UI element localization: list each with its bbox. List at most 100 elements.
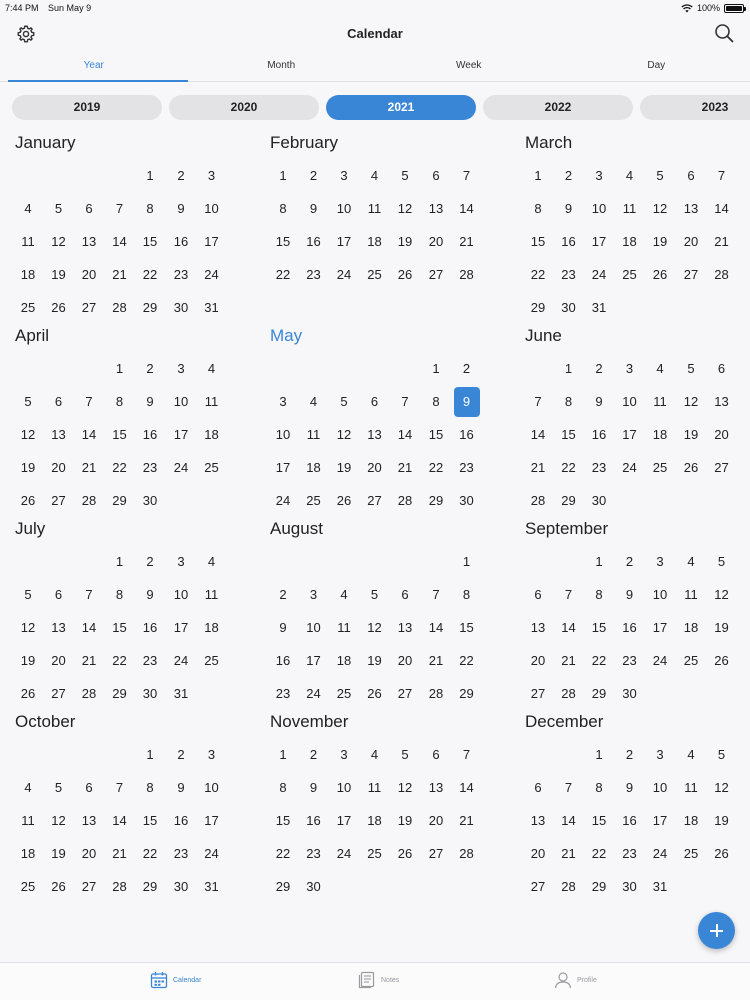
day-cell[interactable]: 31 xyxy=(586,293,612,323)
day-cell[interactable]: 6 xyxy=(423,740,449,770)
day-cell[interactable]: 20 xyxy=(46,453,72,483)
day-cell[interactable]: 29 xyxy=(107,486,133,516)
day-cell[interactable]: 25 xyxy=(301,486,327,516)
day-cell[interactable]: 30 xyxy=(454,486,480,516)
day-cell[interactable]: 15 xyxy=(454,613,480,643)
day-cell[interactable]: 12 xyxy=(331,420,357,450)
day-cell[interactable]: 22 xyxy=(137,260,163,290)
day-cell[interactable]: 6 xyxy=(392,580,418,610)
day-cell[interactable]: 4 xyxy=(678,740,704,770)
day-cell[interactable]: 7 xyxy=(525,387,551,417)
day-cell[interactable]: 23 xyxy=(301,839,327,869)
day-cell[interactable]: 16 xyxy=(617,613,643,643)
day-cell[interactable]: 21 xyxy=(76,453,102,483)
day-cell[interactable]: 7 xyxy=(556,773,582,803)
day-cell[interactable]: 20 xyxy=(423,806,449,836)
year-pill[interactable]: 2020 xyxy=(169,95,319,120)
day-cell[interactable]: 7 xyxy=(454,740,480,770)
tab-week[interactable]: Week xyxy=(375,52,563,81)
day-cell[interactable]: 29 xyxy=(586,679,612,709)
day-cell[interactable]: 30 xyxy=(586,486,612,516)
day-cell[interactable]: 2 xyxy=(301,740,327,770)
day-cell[interactable]: 8 xyxy=(586,580,612,610)
day-cell[interactable]: 31 xyxy=(199,872,225,902)
day-cell[interactable]: 7 xyxy=(709,161,735,191)
day-cell[interactable]: 26 xyxy=(709,839,735,869)
day-cell[interactable]: 13 xyxy=(709,387,735,417)
day-cell[interactable]: 21 xyxy=(107,260,133,290)
day-cell[interactable]: 21 xyxy=(709,227,735,257)
day-cell[interactable]: 10 xyxy=(301,613,327,643)
day-cell[interactable]: 9 xyxy=(556,194,582,224)
day-cell[interactable]: 24 xyxy=(331,260,357,290)
day-cell[interactable]: 2 xyxy=(270,580,296,610)
day-cell[interactable]: 2 xyxy=(168,740,194,770)
day-cell[interactable]: 26 xyxy=(709,646,735,676)
bottom-tab-profile[interactable]: Profile xyxy=(554,971,597,989)
day-cell[interactable]: 12 xyxy=(15,613,41,643)
day-cell[interactable]: 24 xyxy=(168,453,194,483)
day-cell[interactable]: 5 xyxy=(46,194,72,224)
day-cell[interactable]: 28 xyxy=(107,293,133,323)
day-cell[interactable]: 19 xyxy=(647,227,673,257)
day-cell[interactable]: 23 xyxy=(586,453,612,483)
day-cell[interactable]: 25 xyxy=(678,646,704,676)
day-cell[interactable]: 11 xyxy=(199,387,225,417)
day-cell[interactable]: 14 xyxy=(76,613,102,643)
day-cell[interactable]: 1 xyxy=(423,354,449,384)
month-july[interactable]: July 1 2 3 4 5 6 7 8 9 10 11 12 13 14 15 16 17 18 19 20 21 22 2… xyxy=(12,516,252,713)
day-cell[interactable]: 2 xyxy=(617,740,643,770)
day-cell[interactable]: 29 xyxy=(454,679,480,709)
day-cell[interactable]: 26 xyxy=(46,293,72,323)
day-cell[interactable]: 21 xyxy=(454,806,480,836)
day-cell[interactable]: 19 xyxy=(678,420,704,450)
day-cell[interactable]: 12 xyxy=(678,387,704,417)
day-cell[interactable]: 22 xyxy=(454,646,480,676)
day-cell[interactable]: 11 xyxy=(331,613,357,643)
day-cell[interactable]: 11 xyxy=(362,194,388,224)
month-april[interactable]: April 1 2 3 4 5 6 7 8 9 10 11 12 13 14 15 16 17 18 19 20 21 22… xyxy=(12,323,252,520)
day-cell[interactable]: 9 xyxy=(301,194,327,224)
day-cell[interactable]: 18 xyxy=(362,227,388,257)
day-cell[interactable]: 5 xyxy=(331,387,357,417)
year-pill[interactable]: 2019 xyxy=(12,95,162,120)
day-cell[interactable]: 19 xyxy=(15,646,41,676)
month-title[interactable]: March xyxy=(525,130,750,156)
year-pill[interactable]: 2022 xyxy=(483,95,633,120)
day-cell[interactable]: 27 xyxy=(525,872,551,902)
day-cell[interactable]: 15 xyxy=(137,227,163,257)
day-cell[interactable]: 17 xyxy=(647,613,673,643)
day-cell[interactable]: 23 xyxy=(454,453,480,483)
day-cell[interactable]: 29 xyxy=(556,486,582,516)
day-cell[interactable]: 10 xyxy=(617,387,643,417)
day-cell[interactable]: 26 xyxy=(678,453,704,483)
day-cell[interactable]: 25 xyxy=(647,453,673,483)
day-cell[interactable]: 28 xyxy=(107,872,133,902)
month-title[interactable]: September xyxy=(525,516,750,542)
day-cell[interactable]: 24 xyxy=(586,260,612,290)
day-cell[interactable]: 20 xyxy=(423,227,449,257)
year-pill[interactable]: 2023 xyxy=(640,95,750,120)
day-cell[interactable]: 22 xyxy=(586,839,612,869)
day-cell[interactable]: 10 xyxy=(270,420,296,450)
day-cell[interactable]: 19 xyxy=(709,806,735,836)
day-cell[interactable]: 12 xyxy=(362,613,388,643)
day-cell[interactable]: 3 xyxy=(168,547,194,577)
day-cell[interactable]: 10 xyxy=(199,773,225,803)
day-cell[interactable]: 14 xyxy=(76,420,102,450)
day-cell[interactable]: 1 xyxy=(586,740,612,770)
day-cell[interactable]: 23 xyxy=(301,260,327,290)
day-cell[interactable]: 8 xyxy=(270,194,296,224)
day-cell[interactable]: 22 xyxy=(137,839,163,869)
day-cell[interactable]: 18 xyxy=(617,227,643,257)
day-cell[interactable]: 11 xyxy=(15,227,41,257)
day-cell[interactable]: 19 xyxy=(392,806,418,836)
day-cell[interactable]: 29 xyxy=(586,872,612,902)
day-cell[interactable]: 15 xyxy=(525,227,551,257)
day-cell[interactable]: 3 xyxy=(199,161,225,191)
day-cell[interactable]: 28 xyxy=(423,679,449,709)
day-cell[interactable]: 27 xyxy=(76,872,102,902)
day-cell[interactable]: 8 xyxy=(107,580,133,610)
day-cell[interactable]: 26 xyxy=(647,260,673,290)
day-cell[interactable]: 23 xyxy=(556,260,582,290)
